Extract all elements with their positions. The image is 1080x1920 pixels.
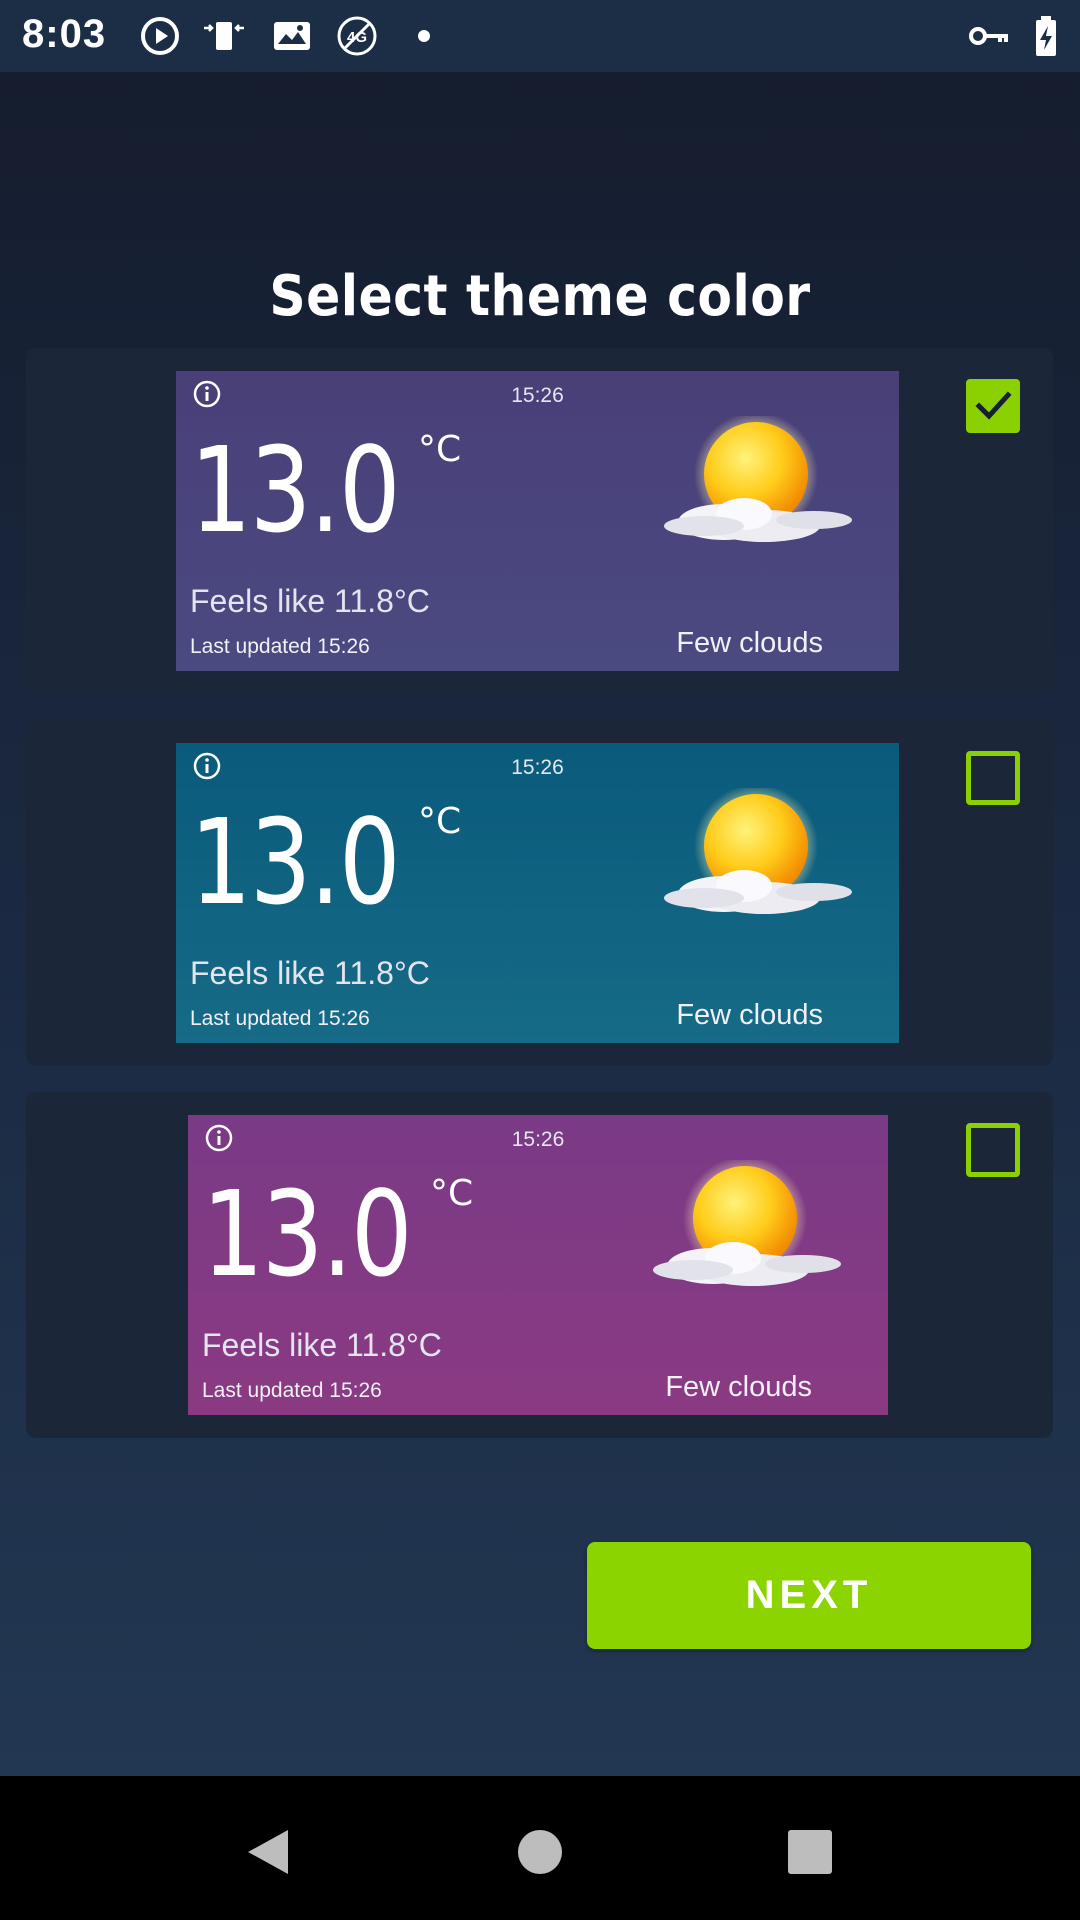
preview-condition: Few clouds xyxy=(665,1371,812,1403)
recents-icon[interactable] xyxy=(780,1822,840,1882)
next-button[interactable]: NEXT xyxy=(587,1542,1031,1649)
preview-feels-like: Feels like 11.8°C xyxy=(190,583,430,619)
fit-screen-icon xyxy=(202,14,246,58)
theme-option-teal[interactable]: 15:26 13.0 °C Feels like 11.8°C Last upd… xyxy=(26,720,1053,1066)
back-icon[interactable] xyxy=(238,1822,298,1882)
preview-condition: Few clouds xyxy=(676,999,823,1031)
theme-checkbox-teal[interactable] xyxy=(966,751,1020,805)
preview-last-updated: Last updated 15:26 xyxy=(190,1007,370,1030)
preview-last-updated: Last updated 15:26 xyxy=(190,635,370,658)
preview-unit: °C xyxy=(430,1173,474,1214)
status-time: 8:03 xyxy=(22,12,107,56)
preview-unit: °C xyxy=(418,801,462,842)
preview-unit: °C xyxy=(418,429,462,470)
sun-cloud-icon xyxy=(644,788,864,938)
sun-cloud-icon xyxy=(633,1160,853,1310)
no-4g-icon: 4G xyxy=(335,14,379,58)
preview-time: 15:26 xyxy=(511,756,564,779)
preview-condition: Few clouds xyxy=(676,627,823,659)
theme-preview-magenta: 15:26 13.0 °C Feels like 11.8°C Last upd… xyxy=(188,1115,888,1415)
theme-checkbox-purple[interactable] xyxy=(966,379,1020,433)
home-icon[interactable] xyxy=(510,1822,570,1882)
theme-checkbox-magenta[interactable] xyxy=(966,1123,1020,1177)
theme-preview-purple: 15:26 13.0 °C Feels like 11.8°C Last upd… xyxy=(176,371,899,671)
notification-dot-icon xyxy=(402,14,446,58)
preview-feels-like: Feels like 11.8°C xyxy=(190,955,430,991)
preview-temperature: 13.0 xyxy=(190,793,401,931)
status-bar: 8:03 4G xyxy=(0,0,1080,72)
play-circle-icon xyxy=(138,14,182,58)
checkmark-icon xyxy=(971,384,1015,428)
preview-temperature: 13.0 xyxy=(190,421,401,559)
photo-sticker-icon xyxy=(270,14,314,58)
preview-time: 15:26 xyxy=(511,384,564,407)
preview-last-updated: Last updated 15:26 xyxy=(202,1379,382,1402)
theme-option-magenta[interactable]: 15:26 13.0 °C Feels like 11.8°C Last upd… xyxy=(26,1092,1053,1438)
page-title: Select theme color xyxy=(269,264,811,329)
theme-option-purple[interactable]: 15:26 13.0 °C Feels like 11.8°C Last upd… xyxy=(26,348,1053,694)
vpn-key-icon xyxy=(966,14,1010,58)
preview-feels-like: Feels like 11.8°C xyxy=(202,1327,442,1363)
navigation-bar xyxy=(0,1776,1080,1920)
theme-preview-teal: 15:26 13.0 °C Feels like 11.8°C Last upd… xyxy=(176,743,899,1043)
preview-time: 15:26 xyxy=(511,1128,565,1151)
preview-temperature: 13.0 xyxy=(202,1165,413,1303)
sun-cloud-icon xyxy=(644,416,864,566)
battery-charging-icon xyxy=(1024,14,1068,58)
